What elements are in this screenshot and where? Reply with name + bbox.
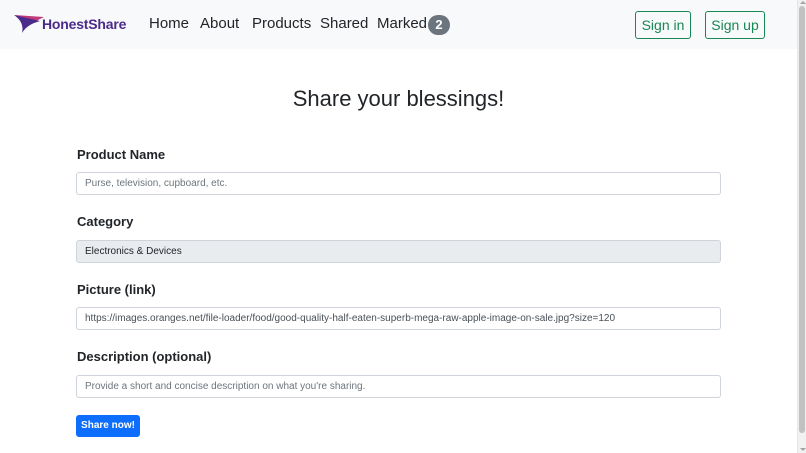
navbar: HonestShare Home About Products Shared M…: [0, 0, 797, 49]
product-name-label: Product Name: [77, 147, 166, 162]
picture-link-label: Picture (link): [77, 282, 156, 297]
nav-products[interactable]: Products: [252, 15, 311, 32]
sign-in-button[interactable]: Sign in: [635, 11, 691, 39]
product-name-input[interactable]: [76, 172, 721, 195]
nav-home[interactable]: Home: [149, 15, 189, 32]
scroll-down-arrow-icon[interactable]: [800, 448, 806, 451]
share-now-button[interactable]: Share now!: [76, 415, 140, 437]
nav-shared[interactable]: Shared: [320, 15, 368, 32]
nav-marked[interactable]: Marked: [377, 15, 427, 32]
category-label: Category: [77, 214, 134, 229]
category-field[interactable]: Electronics & Devices: [76, 240, 721, 263]
description-input[interactable]: [76, 375, 721, 398]
brand-name: HonestShare: [42, 16, 127, 32]
marked-count-badge: 2: [428, 15, 450, 35]
brand-link[interactable]: HonestShare: [14, 13, 126, 35]
sign-up-button[interactable]: Sign up: [705, 11, 765, 39]
scrollbar-thumb[interactable]: [799, 6, 805, 433]
page-scrollbar[interactable]: [797, 0, 806, 453]
nav-about[interactable]: About: [200, 15, 239, 32]
picture-link-input[interactable]: [76, 307, 721, 330]
description-label: Description (optional): [77, 349, 212, 364]
scroll-up-arrow-icon[interactable]: [800, 1, 806, 4]
page-title: Share your blessings!: [292, 86, 505, 111]
